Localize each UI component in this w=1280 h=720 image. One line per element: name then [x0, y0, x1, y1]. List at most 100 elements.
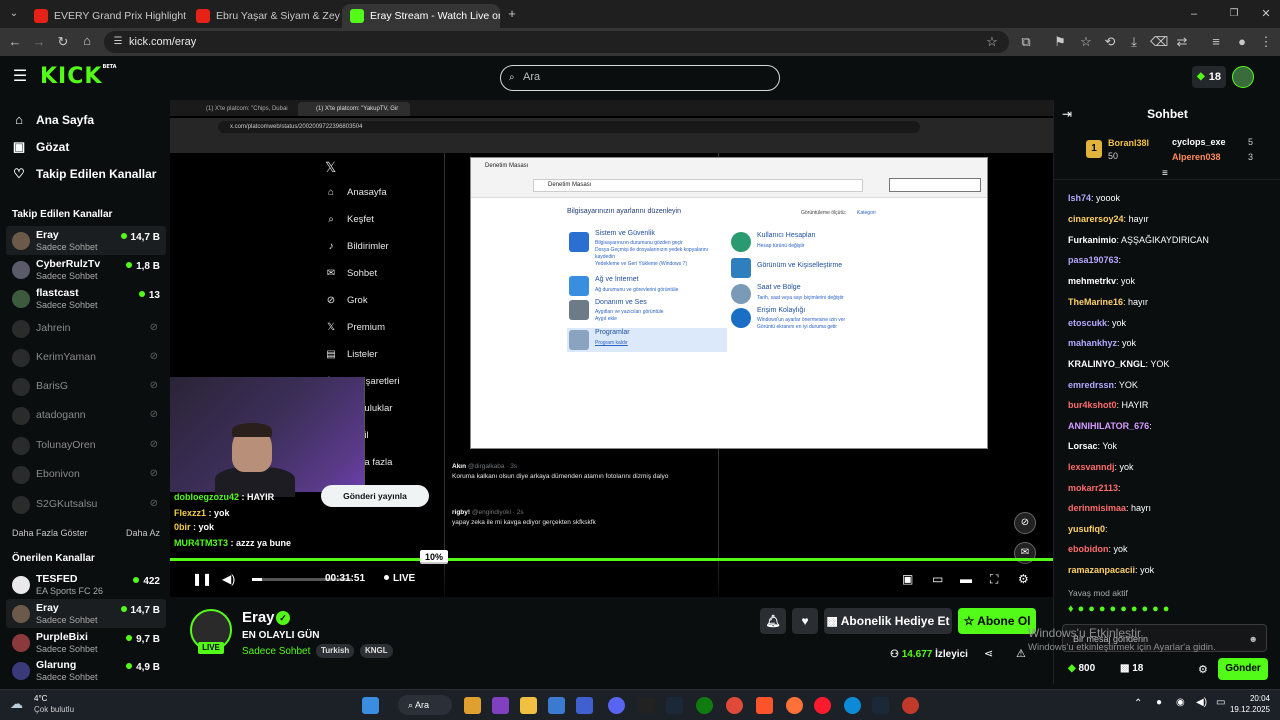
chat-username[interactable]: derinmisimaa: [1068, 503, 1126, 513]
taskbar-search[interactable]: ⌕ Ara: [398, 695, 452, 715]
followed-channel-tolunayoren[interactable]: TolunayOren ⊘: [6, 431, 166, 460]
browser-tab-3[interactable]: Eray Stream - Watch Live on Ki ✕: [342, 4, 500, 28]
gift-subscription-button[interactable]: ▩ Abonelik Hediye Et: [824, 608, 952, 634]
pause-icon[interactable]: ❚❚: [192, 572, 212, 586]
recommended-channel-tesfed[interactable]: TESFED EA Sports FC 26 422: [6, 570, 166, 599]
close-window-icon[interactable]: ✕: [1258, 7, 1274, 21]
brave-icon[interactable]: [756, 697, 773, 714]
forward-icon[interactable]: →: [31, 35, 47, 49]
xbox-icon[interactable]: [696, 697, 713, 714]
reload-icon[interactable]: ↻: [55, 35, 71, 49]
nav-browse[interactable]: ▣ Gözat: [12, 139, 70, 155]
stream-category[interactable]: Sadece Sohbet: [242, 646, 310, 657]
chat-username[interactable]: Furkanimio: [1068, 235, 1117, 245]
followed-channel-ebonivon[interactable]: Ebonivon ⊘: [6, 460, 166, 489]
followed-channel-atadogann[interactable]: atadogann ⊘: [6, 401, 166, 430]
favorites-icon[interactable]: ☆: [1078, 35, 1094, 49]
new-tab-icon[interactable]: +: [504, 7, 520, 21]
clip-icon[interactable]: ▭: [932, 572, 943, 586]
share-icon[interactable]: ⋖: [984, 647, 993, 660]
fullscreen-icon[interactable]: ⛶: [990, 572, 998, 586]
video-player[interactable]: (1) X'te platcom: "Chips, Dubai (1) X'te…: [170, 100, 1053, 597]
chat-username[interactable]: mehmetrkv: [1068, 276, 1116, 286]
tab-list-icon[interactable]: ⌄: [6, 7, 22, 21]
followed-channel-eray[interactable]: Eray Sadece Sohbet 14,7 B: [6, 226, 166, 255]
theater-mode-icon[interactable]: ▬: [960, 572, 972, 586]
followed-channel-kerimyaman[interactable]: KerimYaman ⊘: [6, 343, 166, 372]
miniplayer-icon[interactable]: ▣: [902, 572, 913, 586]
search-input[interactable]: ⌕ Ara: [500, 65, 780, 91]
download-icon[interactable]: ⤓: [1126, 35, 1142, 49]
minimize-icon[interactable]: –: [1186, 7, 1202, 21]
steam-icon[interactable]: [666, 697, 683, 714]
followed-channel-barisg[interactable]: BarisG ⊘: [6, 372, 166, 401]
chat-username[interactable]: lexsvanndj: [1068, 462, 1115, 472]
edge-icon[interactable]: [844, 697, 861, 714]
show-more-link[interactable]: Daha Fazla Göster: [12, 528, 88, 538]
hamburger-menu-icon[interactable]: ☰: [12, 69, 28, 85]
extensions-icon[interactable]: ⧉: [1018, 35, 1034, 49]
chat-username[interactable]: mahankhyz: [1068, 338, 1117, 348]
weather-icon[interactable]: ☁: [10, 696, 23, 712]
report-icon[interactable]: ⚠: [1016, 647, 1026, 660]
tag-kngl[interactable]: KNGL: [360, 644, 393, 658]
subscribe-button[interactable]: ☆ Abone Ol: [958, 608, 1036, 634]
volume-icon[interactable]: ◀): [222, 572, 235, 586]
streamer-name[interactable]: Eray: [242, 609, 275, 626]
nav-home[interactable]: ⌂ Ana Sayfa: [12, 112, 94, 127]
recommended-channel-glarung[interactable]: Glarung Sadece Sohbet 4,9 B: [6, 656, 166, 685]
clock-time[interactable]: 20:04: [1226, 694, 1270, 703]
back-icon[interactable]: ←: [7, 35, 23, 49]
nav-following[interactable]: ♡ Takip Edilen Kanallar: [12, 166, 156, 182]
expand-icon[interactable]: ≡: [1162, 168, 1168, 179]
tray-chevron-icon[interactable]: ⌃: [1134, 698, 1142, 709]
settings-gear-icon[interactable]: ⚙: [1018, 572, 1029, 586]
url-field[interactable]: kick.com/eray: [104, 31, 1009, 53]
kick-logo[interactable]: KICKBETA: [40, 64, 117, 89]
chat-username[interactable]: mokarr2113: [1068, 483, 1118, 493]
emoji-icon[interactable]: ☻: [1249, 625, 1258, 653]
chat-username[interactable]: pasa190763: [1068, 255, 1119, 265]
chat-username[interactable]: Lorsac: [1068, 441, 1098, 451]
chat-username[interactable]: emredrssn: [1068, 380, 1114, 390]
leader-name[interactable]: Alperen038: [1172, 152, 1221, 162]
chat-username[interactable]: ANNIHILATOR_676: [1068, 421, 1149, 431]
start-menu-icon[interactable]: [362, 697, 379, 714]
send-button[interactable]: Gönder: [1218, 658, 1268, 680]
mic-icon[interactable]: ●: [1156, 697, 1162, 708]
trash-icon[interactable]: ⌫: [1150, 35, 1168, 49]
followed-channel-jahrein[interactable]: Jahrein ⊘: [6, 314, 166, 343]
store-icon[interactable]: [548, 697, 565, 714]
epic-games-icon[interactable]: [638, 697, 655, 714]
user-avatar[interactable]: [1232, 66, 1254, 88]
app-icon[interactable]: [576, 697, 593, 714]
tag-turkish[interactable]: Turkish: [316, 644, 355, 658]
browser-tab-1[interactable]: EVERY Grand Prix Highlight of 2 ✕: [26, 4, 186, 28]
recommended-channel-purplebixi[interactable]: PurpleBixi Sadece Sohbet 9,7 B: [6, 628, 166, 657]
network-icon[interactable]: ◉: [1176, 697, 1185, 708]
recommended-channel-eray[interactable]: Eray Sadece Sohbet 14,7 B: [6, 599, 166, 628]
chat-username[interactable]: ebobidon: [1068, 544, 1109, 554]
chrome-icon[interactable]: [726, 697, 743, 714]
chat-username[interactable]: etoscukk: [1068, 318, 1107, 328]
leader-name[interactable]: Boranl38l: [1108, 138, 1149, 148]
menu-icon[interactable]: ⋮: [1258, 35, 1274, 49]
chat-username[interactable]: yusufiq0: [1068, 524, 1105, 534]
translate-icon[interactable]: ⇄: [1174, 35, 1190, 49]
taskview-icon[interactable]: [492, 697, 509, 714]
maximize-icon[interactable]: ❐: [1226, 7, 1242, 21]
chat-username[interactable]: TheMarine16: [1068, 297, 1123, 307]
file-explorer-icon[interactable]: [520, 697, 537, 714]
show-less-link[interactable]: Daha Az: [126, 528, 160, 538]
steam-icon[interactable]: [872, 697, 889, 714]
followed-channel-s2gkutsalsu[interactable]: S2GKutsalsu ⊘: [6, 490, 166, 519]
emote-bar[interactable]: ♦●●●●●●●●●: [1068, 603, 1268, 619]
site-info-icon[interactable]: ☰: [110, 35, 126, 49]
followed-channel-cyberrulztv[interactable]: CyberRulzTv Sadece Sohbet 1,8 B: [6, 255, 166, 284]
chat-username[interactable]: KRALINYO_KNGL: [1068, 359, 1146, 369]
chat-username[interactable]: Ish74: [1068, 193, 1091, 203]
toolbar-icon[interactable]: ⚑: [1052, 35, 1068, 49]
widgets-icon[interactable]: [464, 697, 481, 714]
history-icon[interactable]: ⟲: [1102, 35, 1118, 49]
points-badge[interactable]: ◆ 18: [1192, 66, 1226, 88]
